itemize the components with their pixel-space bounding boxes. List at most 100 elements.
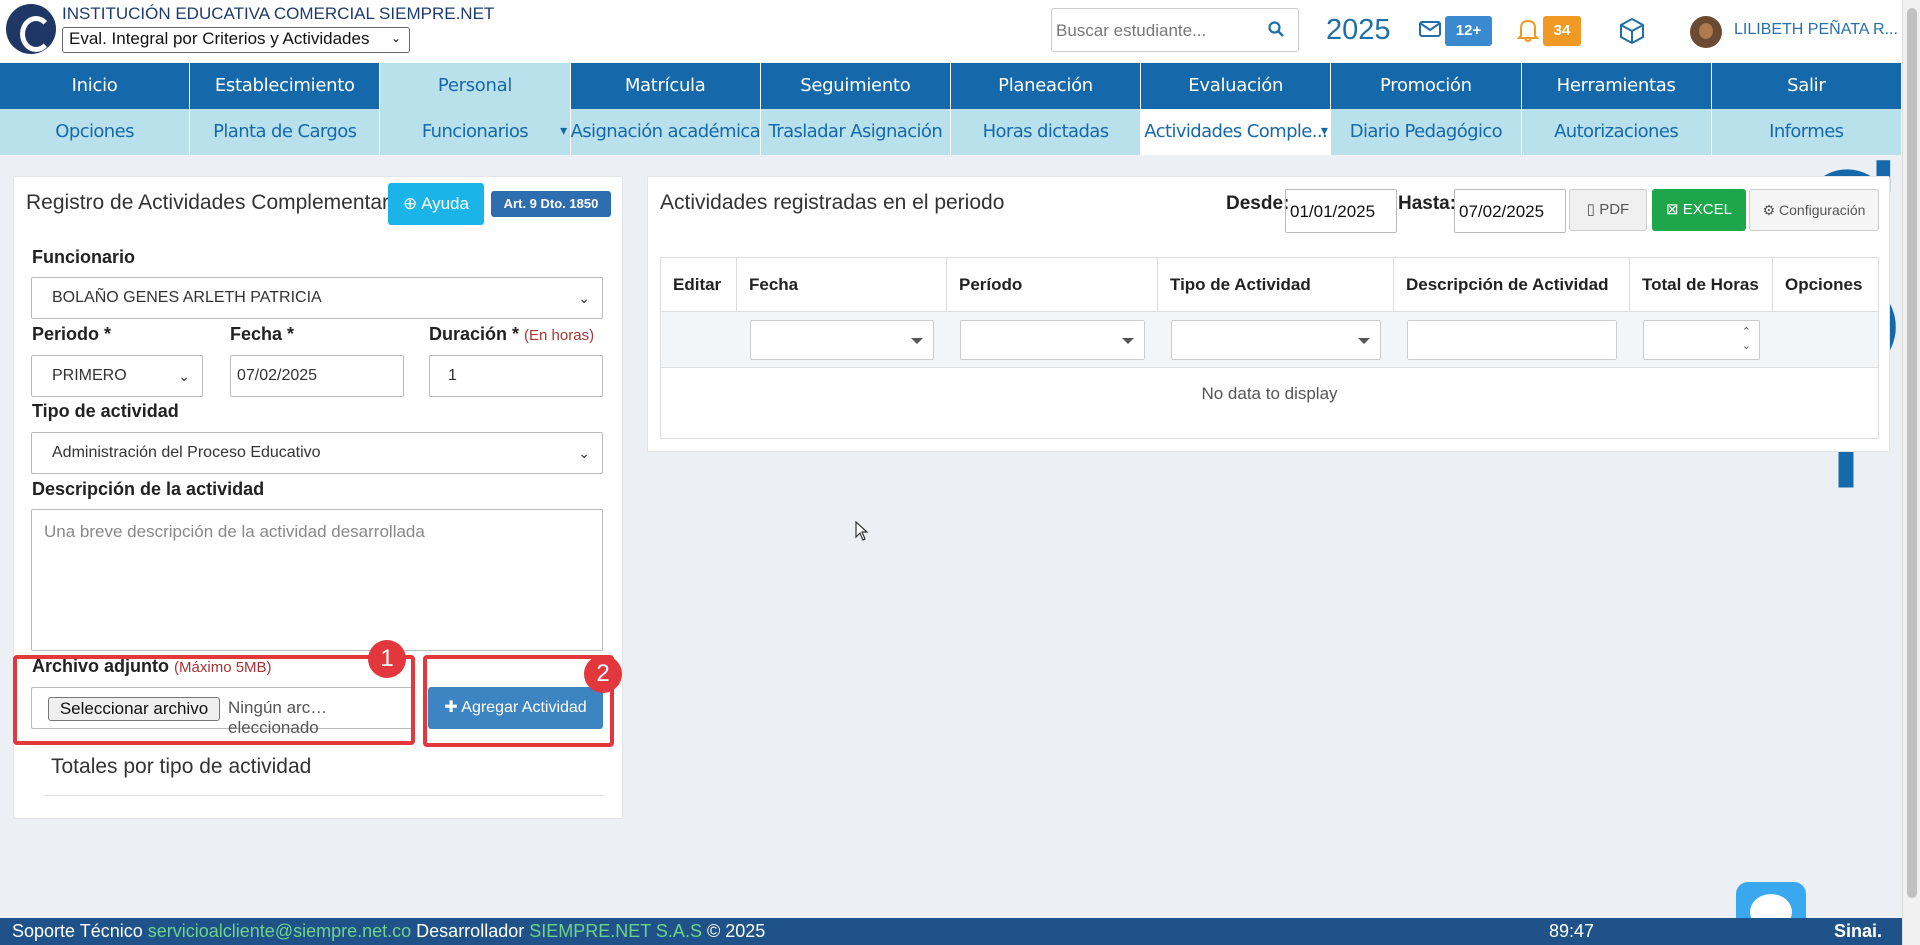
caret-down-icon: [911, 338, 923, 344]
activities-grid: Editar Fecha Período Tipo de Actividad D…: [660, 257, 1879, 439]
cube-icon[interactable]: [1617, 16, 1647, 46]
nav-item-establecimiento[interactable]: Establecimiento: [190, 63, 381, 109]
fecha-label: Fecha *: [230, 324, 295, 344]
column-header-opciones[interactable]: Opciones: [1773, 258, 1878, 312]
nav-item-inicio[interactable]: Inicio: [0, 63, 191, 109]
company-link[interactable]: SIEMPRE.NET S.A.S: [529, 921, 702, 941]
pdf-label: PDF: [1599, 201, 1630, 218]
avatar[interactable]: [1690, 16, 1722, 48]
column-header-tipo[interactable]: Tipo de Actividad: [1158, 258, 1394, 312]
subnav-item-horas[interactable]: Horas dictadas: [951, 109, 1142, 155]
caret-down-icon: [1358, 338, 1370, 344]
page-tools: [1790, 154, 1902, 488]
column-header-editar[interactable]: Editar: [661, 258, 737, 312]
subnav-label: Actividades Comple...: [1144, 121, 1328, 142]
notification-count-badge[interactable]: 34: [1543, 16, 1581, 46]
grid-filter-row: ⌃ ⌄: [661, 312, 1878, 368]
nav-item-planeacion[interactable]: Planeación: [951, 63, 1142, 109]
legal-reference-badge[interactable]: Art. 9 Dto. 1850: [491, 191, 611, 217]
duracion-input[interactable]: 1: [429, 355, 603, 397]
top-header: INSTITUCIÓN EDUCATIVA COMERCIAL SIEMPRE.…: [0, 0, 1902, 63]
file-pdf-icon: ▯: [1586, 201, 1600, 218]
tipo-filter[interactable]: [1171, 320, 1381, 360]
nav-item-promocion[interactable]: Promoción: [1331, 63, 1522, 109]
fecha-filter[interactable]: [750, 320, 934, 360]
support-label: Soporte Técnico: [12, 921, 143, 941]
descripcion-filter[interactable]: [1407, 320, 1617, 360]
footer: Soporte Técnico servicioalcliente@siempr…: [0, 918, 1902, 945]
nav-item-personal[interactable]: Personal: [380, 63, 571, 109]
nav-item-evaluacion[interactable]: Evaluación: [1141, 63, 1332, 109]
step-badge-2: 2: [584, 655, 622, 693]
user-name[interactable]: LILIBETH PEÑATA R...: [1734, 21, 1898, 39]
chevron-down-icon: ⌄: [390, 31, 401, 45]
configuration-button[interactable]: ⚙ Configuración: [1749, 189, 1879, 231]
scrollbar-thumb[interactable]: [1907, 8, 1917, 898]
subnav-item-planta-cargos[interactable]: Planta de Cargos: [190, 109, 381, 155]
form-title: Registro de Actividades Complementarias: [26, 191, 402, 214]
nav-item-herramientas[interactable]: Herramientas: [1522, 63, 1712, 109]
subnav-item-asignacion[interactable]: Asignación académica: [571, 109, 761, 155]
support-email-link[interactable]: servicioalcliente@siempre.net.co: [148, 921, 411, 941]
column-header-periodo[interactable]: Período: [947, 258, 1158, 312]
institution-logo[interactable]: [6, 4, 56, 54]
chevron-down-icon: ⌄: [578, 290, 590, 306]
empty-message: No data to display: [1201, 384, 1338, 403]
mail-icon[interactable]: [1418, 17, 1442, 41]
duracion-label-text: Duración *: [429, 324, 520, 344]
activities-list-panel: Actividades registradas en el periodo De…: [647, 176, 1890, 452]
pdf-button[interactable]: ▯ PDF: [1569, 189, 1647, 231]
total-horas-filter[interactable]: ⌃ ⌄: [1643, 320, 1760, 360]
fecha-input[interactable]: 07/02/2025: [230, 355, 404, 397]
highlight-box-1: [13, 655, 415, 745]
duracion-label: Duración * (En horas): [429, 324, 594, 345]
subnav-item-trasladar[interactable]: Trasladar Asignación: [761, 109, 951, 155]
bell-icon[interactable]: [1516, 17, 1540, 43]
subnav-item-autorizaciones[interactable]: Autorizaciones: [1522, 109, 1712, 155]
gears-icon: ⚙: [1762, 202, 1780, 218]
nav-item-seguimiento[interactable]: Seguimiento: [761, 63, 951, 109]
copyright: © 2025: [706, 921, 766, 941]
lifebuoy-icon: ⊕: [403, 194, 422, 213]
column-header-fecha[interactable]: Fecha: [737, 258, 947, 312]
step-badge-1: 1: [368, 640, 406, 678]
institution-name: INSTITUCIÓN EDUCATIVA COMERCIAL SIEMPRE.…: [62, 4, 495, 23]
help-button[interactable]: ⊕ Ayuda: [388, 183, 484, 225]
subnav-item-opciones[interactable]: Opciones: [0, 109, 191, 155]
periodo-filter[interactable]: [960, 320, 1145, 360]
nav-item-salir[interactable]: Salir: [1712, 63, 1902, 109]
help-button-label: Ayuda: [421, 194, 469, 213]
subnav-item-diario[interactable]: Diario Pedagógico: [1331, 109, 1522, 155]
column-header-total-horas[interactable]: Total de Horas: [1630, 258, 1773, 312]
desde-input[interactable]: 01/01/2025: [1285, 189, 1397, 233]
hasta-input[interactable]: 07/02/2025: [1454, 189, 1566, 233]
subnav-label: Funcionarios: [421, 121, 529, 142]
totals-title: Totales por tipo de actividad: [51, 755, 312, 778]
mail-count-badge[interactable]: 12+: [1445, 16, 1492, 46]
subnav-item-informes[interactable]: Informes: [1712, 109, 1902, 155]
excel-button[interactable]: ⊠ EXCEL: [1652, 189, 1746, 231]
school-year[interactable]: 2025: [1326, 14, 1391, 47]
funcionario-select[interactable]: BOLAÑO GENES ARLETH PATRICIA ⌄: [31, 277, 603, 319]
nav-item-matricula[interactable]: Matrícula: [571, 63, 761, 109]
chevron-down-icon: ⌄: [178, 368, 190, 384]
subnav-item-funcionarios[interactable]: Funcionarios ▾: [380, 109, 571, 155]
search-input[interactable]: Buscar estudiante...: [1051, 8, 1299, 52]
spinner-icon[interactable]: ⌃ ⌄: [1742, 325, 1751, 353]
desde-label: Desde:: [1226, 193, 1290, 214]
page-scrollbar[interactable]: [1902, 0, 1920, 945]
tipo-label: Tipo de actividad: [32, 401, 179, 421]
footer-info: Soporte Técnico servicioalcliente@siempr…: [12, 918, 765, 945]
column-header-descripcion[interactable]: Descripción de Actividad: [1394, 258, 1630, 312]
tipo-actividad-select[interactable]: Administración del Proceso Educativo ⌄: [31, 432, 603, 474]
divider: [44, 795, 604, 796]
periodo-select[interactable]: PRIMERO ⌄: [31, 355, 203, 397]
session-timer: 89:47: [1549, 921, 1595, 941]
subnav-item-actividades[interactable]: Actividades Comple... ▾: [1141, 109, 1332, 155]
list-title: Actividades registradas en el periodo: [660, 191, 1005, 214]
main-nav: Inicio Establecimiento Personal Matrícul…: [0, 63, 1902, 109]
descripcion-textarea[interactable]: Una breve descripción de la actividad de…: [31, 509, 603, 651]
excel-label: EXCEL: [1682, 201, 1732, 218]
search-icon[interactable]: [1268, 21, 1284, 37]
evaluation-select[interactable]: Eval. Integral por Criterios y Actividad…: [62, 27, 410, 53]
